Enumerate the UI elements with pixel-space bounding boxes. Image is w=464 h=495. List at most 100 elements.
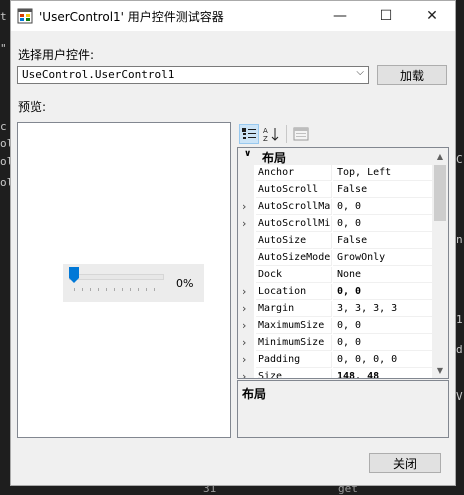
property-row[interactable]: › Size 148, 48 xyxy=(238,369,432,378)
expand-icon[interactable]: › xyxy=(242,200,246,213)
test-container-window: 'UserControl1' 用户控件测试容器 — ☐ ✕ 选择用户控件: Us… xyxy=(10,0,456,486)
property-value[interactable]: 0, 0 xyxy=(333,199,432,215)
toolbar-separator xyxy=(286,125,287,143)
property-value[interactable]: 0, 0 xyxy=(333,335,432,351)
sort-az-icon: A Z xyxy=(263,127,279,142)
scroll-down-icon[interactable]: ▼ xyxy=(432,362,448,378)
row-margin xyxy=(238,250,254,267)
property-value[interactable]: 148, 48 xyxy=(333,369,432,378)
scrollbar-thumb[interactable] xyxy=(434,165,446,221)
background-code-char: V xyxy=(456,390,463,403)
expand-icon[interactable]: › xyxy=(242,353,246,366)
maximize-icon: ☐ xyxy=(379,8,393,24)
background-code-line: t xyxy=(0,10,7,23)
trackbar-track xyxy=(69,274,164,280)
property-name[interactable]: AutoSizeMode xyxy=(256,250,332,266)
close-button[interactable]: 关闭 xyxy=(369,453,441,473)
background-code-char: C xyxy=(456,153,463,166)
property-row[interactable]: › MaximumSize 0, 0 xyxy=(238,318,432,335)
property-pages-button[interactable] xyxy=(291,124,311,144)
property-name[interactable]: AutoSize xyxy=(256,233,332,249)
property-value[interactable]: 0, 0 xyxy=(333,318,432,334)
row-margin xyxy=(238,233,254,250)
row-margin xyxy=(238,182,254,199)
background-code-char: n xyxy=(456,233,463,246)
property-value[interactable]: 0, 0 xyxy=(333,284,432,300)
property-list: ∨ 布局 Anchor Top, Left AutoScroll False › Auto… xyxy=(237,147,449,379)
close-window-button[interactable]: ✕ xyxy=(409,1,455,31)
property-value[interactable]: Top, Left xyxy=(333,165,432,181)
categorized-button[interactable] xyxy=(239,124,259,144)
property-value[interactable]: None xyxy=(333,267,432,283)
background-code-line: ol xyxy=(0,137,10,150)
row-margin xyxy=(238,267,254,284)
user-control-preview[interactable]: 0% xyxy=(63,264,204,302)
load-button[interactable]: 加载 xyxy=(377,65,447,85)
category-name: 布局 xyxy=(262,151,287,165)
property-name[interactable]: Size xyxy=(256,369,332,378)
property-row[interactable]: › AutoScrollMi 0, 0 xyxy=(238,216,432,233)
user-control-combobox[interactable]: UseControl.UserControl1 ⌵ xyxy=(17,66,369,84)
trackbar-thumb[interactable] xyxy=(69,267,79,283)
expand-icon[interactable]: › xyxy=(242,370,246,378)
window-title: 'UserControl1' 用户控件测试容器 xyxy=(39,10,224,24)
background-code-line: " xyxy=(0,42,7,55)
property-name[interactable]: AutoScrollMa xyxy=(256,199,332,215)
category-collapse-icon[interactable]: ∨ xyxy=(244,149,251,159)
background-code-line: c xyxy=(0,120,7,133)
chevron-down-icon[interactable]: ⌵ xyxy=(356,67,364,78)
property-value[interactable]: False xyxy=(333,233,432,249)
property-grid: A Z ∨ 布局 Anchor Top, Left AutoScroll Fal… xyxy=(237,122,449,438)
preview-label: 预览: xyxy=(18,100,47,114)
property-name[interactable]: MinimumSize xyxy=(256,335,332,351)
property-row[interactable]: › AutoScrollMa 0, 0 xyxy=(238,199,432,216)
minimize-button[interactable]: — xyxy=(317,1,363,31)
property-name[interactable]: Location xyxy=(256,284,332,300)
expand-icon[interactable]: › xyxy=(242,319,246,332)
property-row[interactable]: › MinimumSize 0, 0 xyxy=(238,335,432,352)
expand-icon[interactable]: › xyxy=(242,336,246,349)
property-name[interactable]: AutoScrollMi xyxy=(256,216,332,232)
property-value[interactable]: 0, 0 xyxy=(333,216,432,232)
select-control-label: 选择用户控件: xyxy=(18,48,95,62)
row-margin xyxy=(238,165,254,182)
property-row[interactable]: AutoSize False xyxy=(238,233,432,250)
background-code-char: 1 xyxy=(456,313,463,326)
property-pages-icon xyxy=(293,127,309,141)
property-row[interactable]: › Location 0, 0 xyxy=(238,284,432,301)
property-value[interactable]: False xyxy=(333,182,432,198)
description-title: 布局 xyxy=(242,387,267,401)
minimize-icon: — xyxy=(333,8,347,24)
property-row[interactable]: › Padding 0, 0, 0, 0 xyxy=(238,352,432,369)
background-editor-left xyxy=(0,0,10,495)
property-value[interactable]: 0, 0, 0, 0 xyxy=(333,352,432,368)
title-bar[interactable]: 'UserControl1' 用户控件测试容器 — ☐ ✕ xyxy=(11,1,455,31)
app-icon xyxy=(17,8,33,24)
property-name[interactable]: Padding xyxy=(256,352,332,368)
svg-text:A: A xyxy=(263,127,268,135)
property-list-scrollbar[interactable]: ▲ ▼ xyxy=(432,148,448,378)
expand-icon[interactable]: › xyxy=(242,285,246,298)
maximize-button[interactable]: ☐ xyxy=(363,1,409,31)
description-pane: 布局 xyxy=(237,380,449,438)
property-name[interactable]: MaximumSize xyxy=(256,318,332,334)
property-row[interactable]: Anchor Top, Left xyxy=(238,165,432,182)
alphabetical-button[interactable]: A Z xyxy=(261,124,281,144)
property-name[interactable]: AutoScroll xyxy=(256,182,332,198)
background-code-line: ol xyxy=(0,176,10,189)
property-row[interactable]: Dock None xyxy=(238,267,432,284)
close-icon: ✕ xyxy=(426,8,438,24)
expand-icon[interactable]: › xyxy=(242,302,246,315)
property-value[interactable]: GrowOnly xyxy=(333,250,432,266)
combobox-value: UseControl.UserControl1 xyxy=(22,68,175,81)
property-name[interactable]: Dock xyxy=(256,267,332,283)
scroll-up-icon[interactable]: ▲ xyxy=(432,148,448,164)
category-row[interactable]: ∨ 布局 xyxy=(238,148,432,165)
property-value[interactable]: 3, 3, 3, 3 xyxy=(333,301,432,317)
property-name[interactable]: Margin xyxy=(256,301,332,317)
property-row[interactable]: › Margin 3, 3, 3, 3 xyxy=(238,301,432,318)
expand-icon[interactable]: › xyxy=(242,217,246,230)
property-row[interactable]: AutoSizeMode GrowOnly xyxy=(238,250,432,267)
property-row[interactable]: AutoScroll False xyxy=(238,182,432,199)
property-name[interactable]: Anchor xyxy=(256,165,332,181)
